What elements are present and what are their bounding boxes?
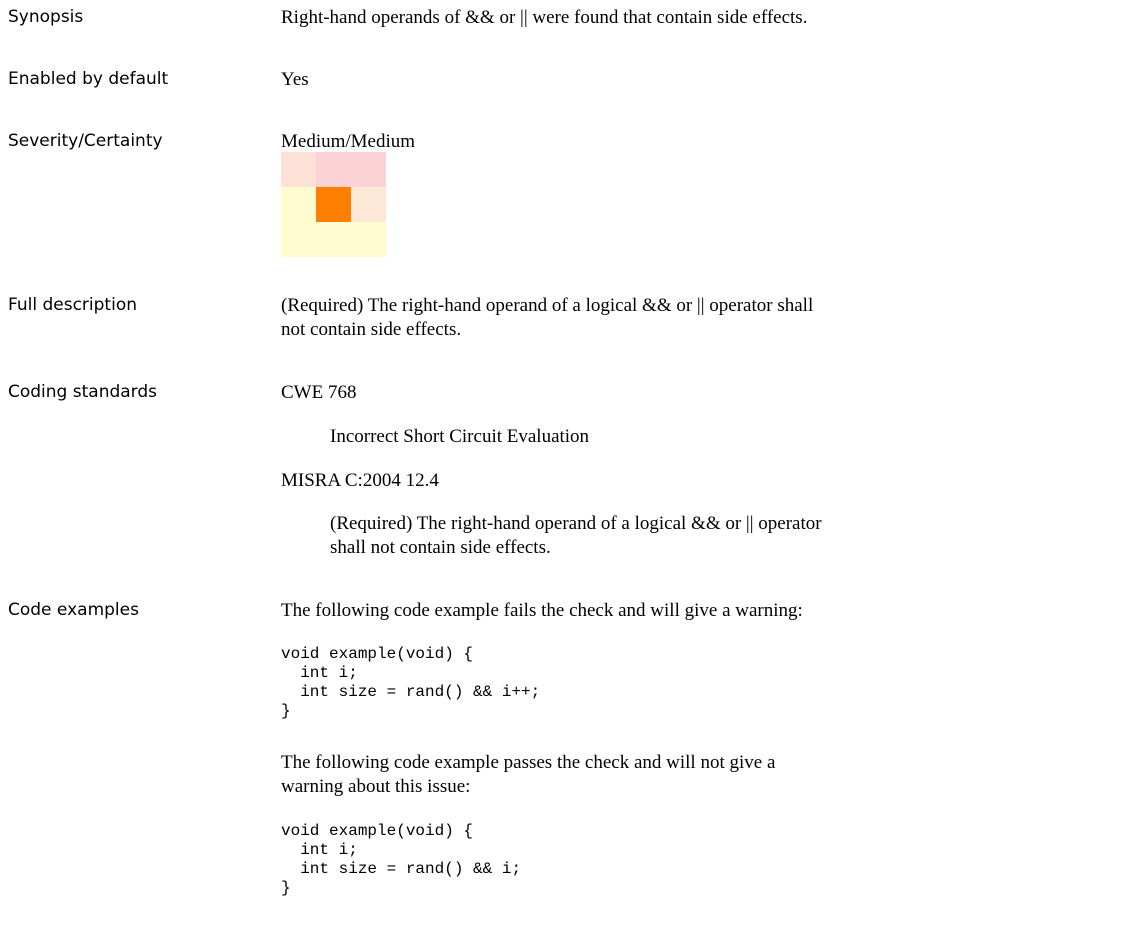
code-examples-label: Code examples [8, 600, 139, 620]
enabled-by-default-label: Enabled by default [8, 69, 169, 89]
synopsis-label: Synopsis [8, 7, 84, 27]
failing-example-intro: The following code example fails the che… [281, 600, 803, 621]
coding-standard-description: Incorrect Short Circuit Evaluation [330, 426, 590, 447]
severity-certainty-label: Severity/Certainty [8, 131, 163, 151]
matrix-cell [281, 222, 316, 257]
matrix-cell [281, 187, 316, 222]
severity-certainty-matrix [281, 152, 386, 257]
passing-example-intro: The following code example passes the ch… [281, 752, 776, 797]
synopsis-text: Right-hand operands of && or || were fou… [281, 7, 808, 28]
matrix-cell [351, 187, 386, 222]
matrix-cell [316, 222, 351, 257]
coding-standards-label: Coding standards [8, 382, 158, 402]
matrix-cell [316, 152, 351, 187]
coding-standard-description: (Required) The right-hand operand of a l… [330, 513, 822, 558]
enabled-by-default-value: Yes [281, 69, 309, 90]
passing-code-example: void example(void) { int i; int size = r… [281, 822, 522, 897]
full-description-text: (Required) The right-hand operand of a l… [281, 295, 814, 340]
severity-certainty-value: Medium/Medium [281, 131, 416, 152]
matrix-cell [351, 152, 386, 187]
failing-code-example: void example(void) { int i; int size = r… [281, 645, 541, 720]
full-description-label: Full description [8, 295, 137, 315]
matrix-cell [281, 152, 316, 187]
coding-standard-title: CWE 768 [281, 382, 357, 403]
matrix-cell [351, 222, 386, 257]
matrix-cell-highlighted [316, 187, 351, 222]
coding-standard-title: MISRA C:2004 12.4 [281, 470, 439, 491]
